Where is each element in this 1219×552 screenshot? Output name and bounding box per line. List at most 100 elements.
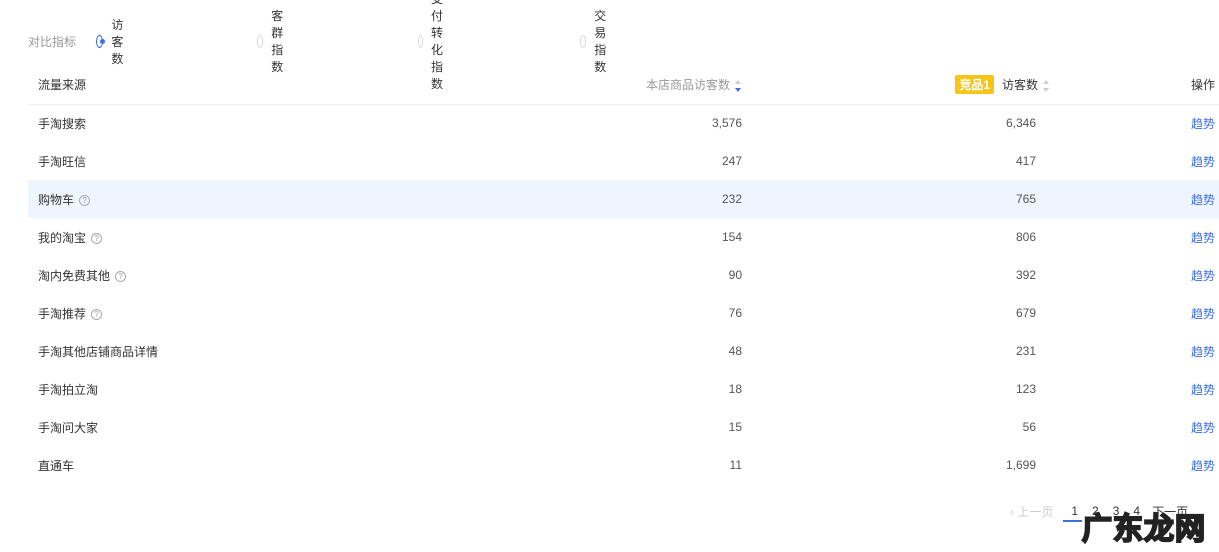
source-name: 手淘旺信 xyxy=(38,154,87,169)
own-visitors-cell: 3,576 xyxy=(711,116,742,131)
trend-link[interactable]: 趋势 xyxy=(1191,155,1215,169)
help-icon[interactable]: ? xyxy=(115,270,127,282)
competitor-value: 806 xyxy=(1015,230,1036,244)
table-row: 直通车 11 1,699 趋势 xyxy=(28,446,1219,484)
table-row: 购物车? 232 765 趋势 xyxy=(28,180,1219,218)
header-action: 操作 xyxy=(1064,66,1219,105)
source-cell: 手淘拍立淘 xyxy=(28,370,428,408)
source-cell: 我的淘宝? xyxy=(28,218,428,256)
own-visitors-cell: 232 xyxy=(428,180,746,218)
action-cell: 趋势 xyxy=(1064,256,1219,294)
action-cell: 趋势 xyxy=(1064,142,1219,180)
competitor-value: 392 xyxy=(1015,268,1036,282)
competitor-value: 123 xyxy=(1015,382,1036,396)
own-visitors-cell: 15 xyxy=(728,420,742,434)
watermark: 广东龙网 xyxy=(1081,512,1206,547)
filter-label: 对比指标 xyxy=(28,34,77,49)
competitor-value: 56 xyxy=(1022,420,1036,434)
action-cell: 趋势 xyxy=(1064,332,1219,370)
radio-customer-index[interactable]: 客群指数 xyxy=(257,7,290,75)
radio-label: 访客数 xyxy=(111,17,124,66)
source-cell: 手淘问大家 xyxy=(28,408,428,446)
competitor-value: 6,346 xyxy=(1005,116,1036,131)
radio-icon xyxy=(257,34,264,48)
header-label: 访客数 xyxy=(1001,78,1038,93)
competitor-visitors-cell: 123 xyxy=(746,370,1064,408)
action-cell: 趋势 xyxy=(1064,446,1219,484)
trend-link[interactable]: 趋势 xyxy=(1191,231,1215,245)
competitor-visitors-cell: 392 xyxy=(746,256,1064,294)
own-visitors-cell: 18 xyxy=(728,382,742,396)
own-visitors-cell: 76 xyxy=(728,306,742,320)
header-competitor-visitors[interactable]: 竞品1 访客数 xyxy=(746,66,1064,105)
own-visitors-cell: 247 xyxy=(721,154,742,168)
trend-link[interactable]: 趋势 xyxy=(1191,421,1215,435)
own-visitors-cell: 11 xyxy=(729,458,742,472)
table-row: 手淘搜索 3,576 6,346 趋势 xyxy=(28,104,1219,142)
table-row: 手淘推荐? 76 679 趋势 xyxy=(28,294,1219,332)
competitor-value: 231 xyxy=(1015,344,1036,358)
prev-page-button[interactable]: ‹ 上一页 xyxy=(1010,503,1053,520)
source-cell: 手淘推荐? xyxy=(28,294,428,332)
source-cell: 直通车 xyxy=(28,446,428,484)
trend-link[interactable]: 趋势 xyxy=(1191,383,1215,397)
source-name: 手淘搜索 xyxy=(38,116,87,131)
sort-icon[interactable] xyxy=(734,80,742,93)
trend-link[interactable]: 趋势 xyxy=(1191,345,1215,359)
source-name: 淘内免费其他 xyxy=(38,268,111,283)
header-label: 本店商品访客数 xyxy=(645,78,730,93)
own-visitors-cell: 90 xyxy=(728,268,742,282)
radio-label: 交易指数 xyxy=(594,9,607,74)
competitor-visitors-cell: 231 xyxy=(746,332,1064,370)
competitor-value: 679 xyxy=(1015,306,1036,320)
competitor-visitors-cell: 806 xyxy=(746,218,1064,256)
table-row: 我的淘宝? 154 806 趋势 xyxy=(28,218,1219,256)
action-cell: 趋势 xyxy=(1064,294,1219,332)
competitor-visitors-cell: 765 xyxy=(746,180,1064,218)
sort-icon[interactable] xyxy=(1042,80,1050,93)
action-cell: 趋势 xyxy=(1064,180,1219,218)
trend-link[interactable]: 趋势 xyxy=(1191,269,1215,283)
source-cell: 购物车? xyxy=(28,180,428,218)
competitor-visitors-cell: 1,699 xyxy=(746,446,1064,484)
trend-link[interactable]: 趋势 xyxy=(1191,307,1215,321)
help-icon[interactable]: ? xyxy=(91,308,103,320)
table-header: 流量来源 本店商品访客数 竞品1 访客数 操作 xyxy=(28,66,1219,105)
own-visitors-cell: 48 xyxy=(728,344,742,358)
trend-link[interactable]: 趋势 xyxy=(1191,193,1215,207)
radio-icon xyxy=(96,34,106,48)
competitor-value: 765 xyxy=(1015,192,1036,206)
table-row: 手淘其他店铺商品详情 48 231 趋势 xyxy=(28,332,1219,370)
competitor-visitors-cell: 6,346 xyxy=(746,104,1064,142)
source-name: 购物车 xyxy=(38,192,75,207)
help-icon[interactable]: ? xyxy=(79,194,91,206)
source-name: 手淘其他店铺商品详情 xyxy=(38,344,159,359)
competitor-visitors-cell: 417 xyxy=(746,142,1064,180)
trend-link[interactable]: 趋势 xyxy=(1191,117,1215,131)
source-name: 直通车 xyxy=(38,458,75,473)
radio-visitors[interactable]: 访客数 xyxy=(96,16,129,67)
table-row: 淘内免费其他? 90 392 趋势 xyxy=(28,256,1219,294)
competitor-visitors-cell: 679 xyxy=(746,294,1064,332)
table-row: 手淘旺信 247 417 趋势 xyxy=(28,142,1219,180)
radio-icon xyxy=(418,34,424,48)
action-cell: 趋势 xyxy=(1064,218,1219,256)
source-cell: 手淘其他店铺商品详情 xyxy=(28,332,428,370)
header-own-visitors[interactable]: 本店商品访客数 xyxy=(428,66,746,105)
action-cell: 趋势 xyxy=(1064,408,1219,446)
source-name: 我的淘宝 xyxy=(38,230,87,245)
help-icon[interactable]: ? xyxy=(91,232,103,244)
source-cell: 手淘搜索 xyxy=(28,104,428,142)
source-name: 手淘拍立淘 xyxy=(38,382,99,397)
page-1[interactable]: 1 xyxy=(1063,504,1082,522)
table-row: 手淘拍立淘 18 123 趋势 xyxy=(28,370,1219,408)
radio-label: 客群指数 xyxy=(271,9,284,74)
competitor-value: 417 xyxy=(1015,154,1036,168)
action-cell: 趋势 xyxy=(1064,370,1219,408)
header-source: 流量来源 xyxy=(28,66,428,105)
competitor-visitors-cell: 56 xyxy=(746,408,1064,446)
trend-link[interactable]: 趋势 xyxy=(1191,459,1215,473)
prev-label: 上一页 xyxy=(1017,504,1054,519)
radio-trade-index[interactable]: 交易指数 xyxy=(580,7,613,75)
action-cell: 趋势 xyxy=(1064,104,1219,142)
